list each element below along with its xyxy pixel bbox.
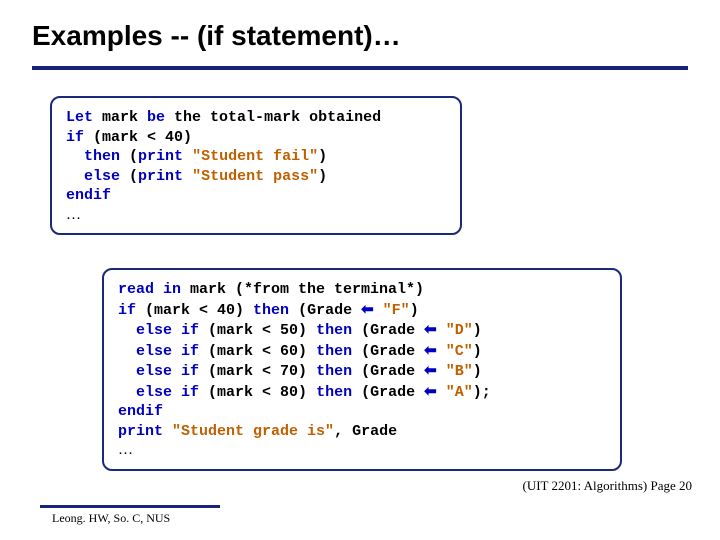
code-text: else if bbox=[136, 343, 199, 360]
code-text bbox=[66, 148, 84, 165]
code-text: ( bbox=[120, 168, 138, 185]
code-text: endif bbox=[66, 187, 111, 204]
code-text: (mark < 70) bbox=[199, 363, 316, 380]
code-text: read in bbox=[118, 281, 181, 298]
code-text: if bbox=[66, 129, 84, 146]
code-text: ) bbox=[473, 322, 482, 339]
code-text bbox=[118, 384, 136, 401]
code-text: ) bbox=[318, 168, 327, 185]
code-text: then bbox=[84, 148, 120, 165]
code-text bbox=[118, 343, 136, 360]
code-text: mark bbox=[93, 109, 147, 126]
title-underline bbox=[32, 66, 688, 70]
code-text: then bbox=[316, 322, 352, 339]
code-text: (mark < 50) bbox=[199, 322, 316, 339]
footer-rule bbox=[40, 505, 220, 508]
code-text bbox=[437, 363, 446, 380]
code-text: (Grade bbox=[289, 302, 361, 319]
code-text: endif bbox=[118, 403, 163, 420]
code-text: ); bbox=[473, 384, 491, 401]
code-ellipsis: … bbox=[118, 442, 133, 458]
code-text: then bbox=[253, 302, 289, 319]
code-text: (mark < 80) bbox=[199, 384, 316, 401]
code-text bbox=[118, 322, 136, 339]
code-text: mark (*from the terminal*) bbox=[181, 281, 424, 298]
left-arrow-icon: ⬅ bbox=[424, 342, 437, 359]
code-text: "Student fail" bbox=[192, 148, 318, 165]
code-text: "Student grade is" bbox=[172, 423, 334, 440]
code-text: (Grade bbox=[352, 322, 424, 339]
code-text: ) bbox=[473, 343, 482, 360]
slide: Examples -- (if statement)… Let mark be … bbox=[0, 0, 720, 540]
code-text: (Grade bbox=[352, 363, 424, 380]
code-ellipsis: … bbox=[66, 207, 81, 223]
code-text bbox=[163, 423, 172, 440]
slide-title: Examples -- (if statement)… bbox=[32, 20, 401, 52]
code-text: , Grade bbox=[334, 423, 397, 440]
code-text: then bbox=[316, 363, 352, 380]
code-text: (mark < 40) bbox=[136, 302, 253, 319]
left-arrow-icon: ⬅ bbox=[424, 383, 437, 400]
code-text: print bbox=[138, 168, 183, 185]
code-text: (Grade bbox=[352, 384, 424, 401]
footer-author: Leong. HW, So. C, NUS bbox=[40, 511, 220, 526]
code-text: the total-mark obtained bbox=[165, 109, 381, 126]
code-text bbox=[66, 168, 84, 185]
code-text: (mark < 60) bbox=[199, 343, 316, 360]
code-text: "F" bbox=[383, 302, 410, 319]
code-text: ) bbox=[473, 363, 482, 380]
code-text: (mark < 40) bbox=[84, 129, 192, 146]
code-text: else if bbox=[136, 363, 199, 380]
code-box-1: Let mark be the total-mark obtained if (… bbox=[50, 96, 462, 235]
code-text: if bbox=[118, 302, 136, 319]
code-text bbox=[183, 168, 192, 185]
code-text: ) bbox=[318, 148, 327, 165]
left-arrow-icon: ⬅ bbox=[361, 301, 374, 318]
code-text bbox=[437, 384, 446, 401]
code-text bbox=[437, 322, 446, 339]
code-text: be bbox=[147, 109, 165, 126]
code-text: "D" bbox=[446, 322, 473, 339]
footer-page-info: (UIT 2201: Algorithms) Page 20 bbox=[523, 478, 692, 494]
code-text bbox=[183, 148, 192, 165]
code-text: else if bbox=[136, 384, 199, 401]
left-arrow-icon: ⬅ bbox=[424, 321, 437, 338]
code-text: "C" bbox=[446, 343, 473, 360]
code-text: "A" bbox=[446, 384, 473, 401]
code-text: then bbox=[316, 343, 352, 360]
code-text: else if bbox=[136, 322, 199, 339]
code-text: else bbox=[84, 168, 120, 185]
code-text: Let bbox=[66, 109, 93, 126]
footer-author-block: Leong. HW, So. C, NUS bbox=[40, 505, 220, 526]
code-text: then bbox=[316, 384, 352, 401]
code-text bbox=[374, 302, 383, 319]
code-text bbox=[437, 343, 446, 360]
code-text: (Grade bbox=[352, 343, 424, 360]
code-box-2: read in mark (*from the terminal*) if (m… bbox=[102, 268, 622, 471]
code-text bbox=[118, 363, 136, 380]
left-arrow-icon: ⬅ bbox=[424, 362, 437, 379]
code-text: ( bbox=[120, 148, 138, 165]
code-text: "B" bbox=[446, 363, 473, 380]
code-text: "Student pass" bbox=[192, 168, 318, 185]
code-text: ) bbox=[410, 302, 419, 319]
code-text: print bbox=[118, 423, 163, 440]
code-text: print bbox=[138, 148, 183, 165]
